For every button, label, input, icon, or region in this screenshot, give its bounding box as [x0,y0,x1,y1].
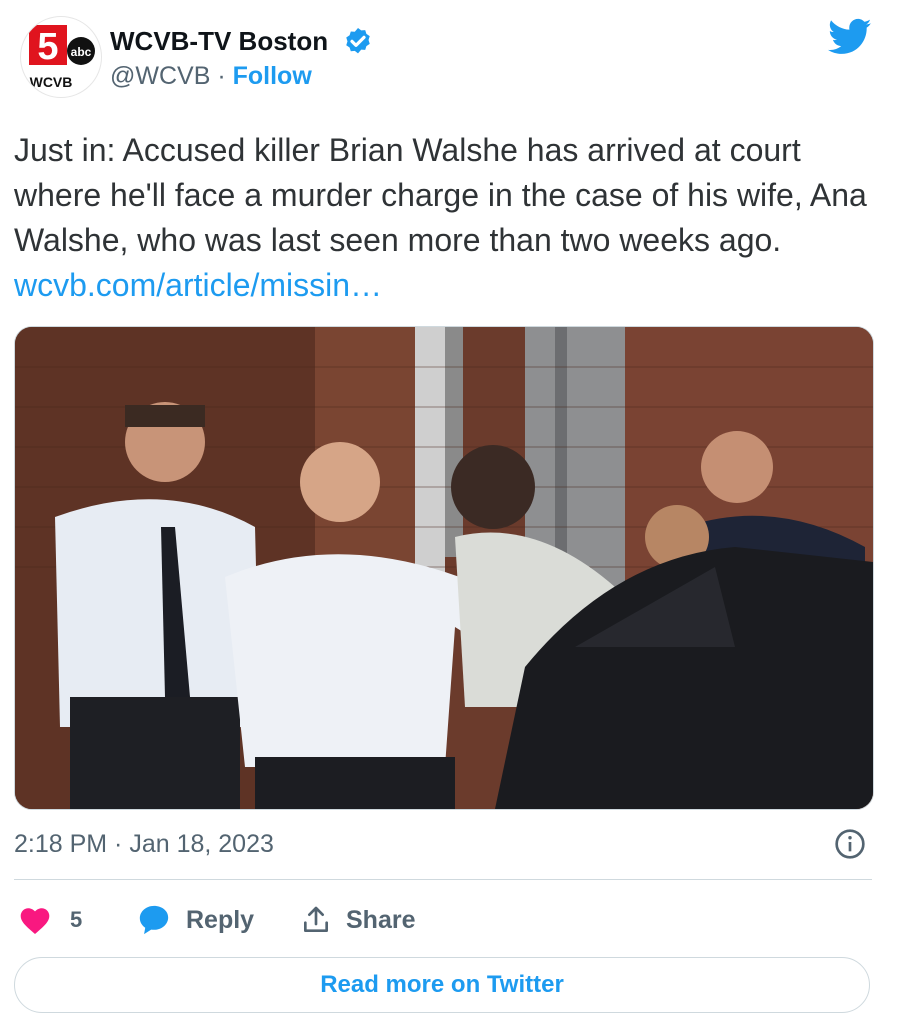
twitter-bird-icon[interactable] [828,18,872,56]
tweet-photo[interactable] [14,326,874,810]
tweet-body: Just in: Accused killer Brian Walshe has… [14,132,867,258]
heart-icon [20,908,50,935]
avatar-wordmark: WCVB [30,74,73,90]
author-handle[interactable]: @WCVB [110,62,210,90]
like-count: 5 [70,907,83,932]
author-avatar[interactable]: 5 abc WCVB [20,16,102,98]
follow-button[interactable]: Follow [233,62,312,90]
verified-badge-icon [346,28,370,54]
avatar-network: abc [71,45,92,59]
share-icon [304,906,328,932]
photo-scene [15,327,873,809]
like-button[interactable]: 5 [18,895,82,945]
avatar-channel: 5 [37,26,58,68]
reply-button[interactable]: Reply [136,895,254,945]
author-handle-row: @WCVB · Follow [110,62,312,91]
tweet-header: 5 abc WCVB WCVB-TV Boston @WCVB · Follow [0,0,900,110]
wcvb-logo-icon: 5 abc WCVB [29,25,95,90]
tweet-text: Just in: Accused killer Brian Walshe has… [14,128,884,308]
handle-separator: · [217,62,226,90]
share-label: Share [346,905,416,934]
tweet-actions: 5 Reply Share [14,895,874,945]
tweet-timestamp[interactable]: 2:18 PM · Jan 18, 2023 [14,830,274,859]
tweet-article-link[interactable]: wcvb.com/article/missin… [14,267,382,303]
reply-bubble-icon [139,905,169,935]
author-display-name[interactable]: WCVB-TV Boston [110,26,328,57]
divider [14,879,872,880]
share-button[interactable]: Share [300,895,415,945]
reply-label: Reply [186,905,255,934]
info-icon[interactable] [834,828,866,860]
read-more-button[interactable]: Read more on Twitter [14,957,870,1013]
